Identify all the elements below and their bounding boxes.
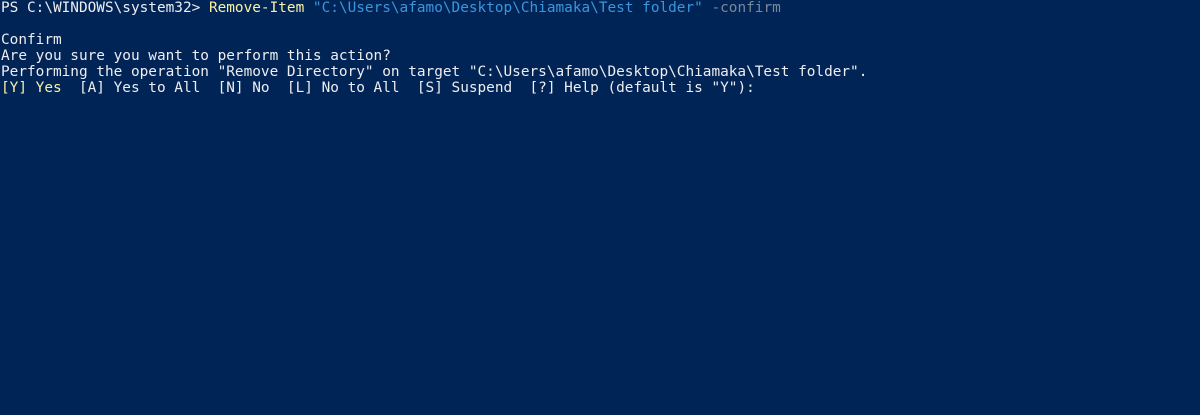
- confirm-options[interactable]: [Y] Yes [A] Yes to All [N] No [L] No to …: [0, 80, 1200, 96]
- path-argument: "C:\Users\afamo\Desktop\Chiamaka\Test fo…: [312, 0, 703, 16]
- cmdlet-name: Remove-Item: [208, 0, 305, 16]
- confirm-question: Are you sure you want to perform this ac…: [1, 48, 391, 64]
- option-others: [A] Yes to All [N] No [L] No to All [S] …: [61, 80, 755, 96]
- confirm-operation: Performing the operation "Remove Directo…: [1, 64, 868, 80]
- option-yes-default: [Y] Yes: [1, 80, 62, 96]
- confirm-parameter: -confirm: [711, 0, 781, 16]
- prompt-prefix: PS C:\WINDOWS\system32>: [1, 0, 209, 16]
- command-line: PS C:\WINDOWS\system32> Remove-Item "C:\…: [0, 0, 1200, 16]
- powershell-console[interactable]: PS C:\WINDOWS\system32> Remove-Item "C:\…: [0, 0, 1200, 415]
- confirm-title: Confirm: [1, 32, 62, 48]
